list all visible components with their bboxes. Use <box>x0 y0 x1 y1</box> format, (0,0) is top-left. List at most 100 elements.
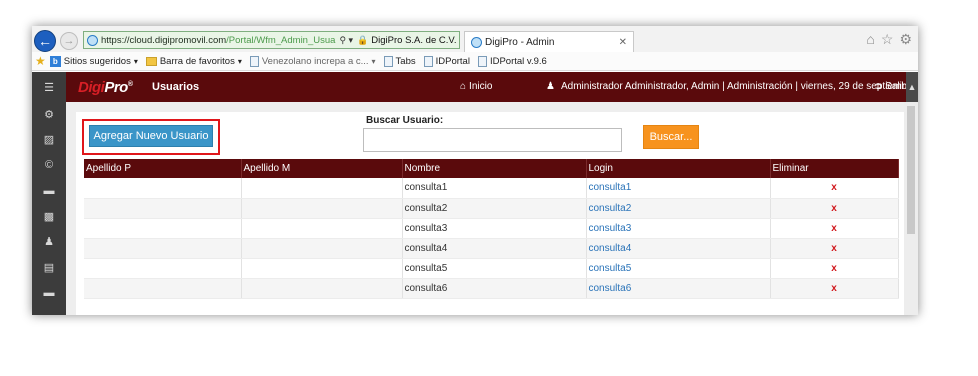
monitor-icon[interactable]: ▤ <box>32 258 66 276</box>
favorite-item-venezolano[interactable]: Venezolano increpa a c... ▾ <box>249 55 376 67</box>
cell-login: consulta3 <box>586 218 771 239</box>
page-scrollbar[interactable] <box>904 102 918 315</box>
cell-eliminar: x <box>770 258 899 279</box>
column-header-apellido-p[interactable]: Apellido P <box>84 159 242 178</box>
menu-icon[interactable]: ☰ <box>32 78 66 96</box>
user-icon[interactable]: ♟ <box>32 232 66 250</box>
favorite-item-idportal[interactable]: IDPortal <box>423 55 470 67</box>
favorite-item-tabs[interactable]: Tabs <box>383 55 416 67</box>
cell-apellido-p <box>84 178 242 199</box>
certificate-label[interactable]: DigiPro S.A. de C.V. [MX] <box>371 35 459 46</box>
browser-window: ← → https://cloud.digipromovil.com/Porta… <box>32 26 918 315</box>
cell-login: consulta2 <box>586 198 771 219</box>
favorites-star-icon[interactable]: ★ <box>35 54 46 68</box>
search-dropdown-icon[interactable]: ⚲ ▾ <box>339 35 353 46</box>
column-header-apellido-m[interactable]: Apellido M <box>241 159 403 178</box>
close-icon[interactable]: ✕ <box>619 37 627 48</box>
cell-eliminar: x <box>770 238 899 259</box>
cell-apellido-p <box>84 238 242 259</box>
logo-registered-mark: ® <box>127 81 133 88</box>
add-user-button[interactable]: Agregar Nuevo Usuario <box>89 125 213 147</box>
lock-icon[interactable]: ▨ <box>32 130 66 148</box>
cell-eliminar: x <box>770 218 899 239</box>
home-icon: ⌂ <box>460 81 467 92</box>
scrollbar-thumb[interactable] <box>907 106 915 234</box>
forward-arrow-icon[interactable]: → <box>60 32 78 50</box>
login-link[interactable]: consulta5 <box>589 263 632 274</box>
folder-icon[interactable]: ▬ <box>32 182 66 200</box>
user-info: ♟ Administrador Administrador, Admin | A… <box>546 81 918 92</box>
delete-icon[interactable]: x <box>831 243 837 254</box>
page-title: Usuarios <box>152 81 200 93</box>
digipro-logo[interactable]: DigiPro® <box>78 79 133 96</box>
search-label: Buscar Usuario: <box>366 115 444 126</box>
search-button[interactable]: Buscar... <box>643 125 699 149</box>
ie-tab-icon <box>471 36 482 48</box>
cell-apellido-m <box>241 258 403 279</box>
page-icon <box>423 55 433 67</box>
favorites-star-icon[interactable]: ☆ <box>881 31 894 48</box>
column-header-login[interactable]: Login <box>586 159 771 178</box>
app-header: DigiPro® Usuarios ⌂ Inicio ♟ Administrad… <box>66 72 918 102</box>
favorite-item-sitios[interactable]: b Sitios sugeridos ▾ <box>49 55 138 67</box>
favorite-label: Sitios sugeridos <box>63 55 131 67</box>
logout-link[interactable]: ➲ Salir <box>874 81 905 92</box>
chevron-down-icon: ▾ <box>133 56 138 66</box>
gear-icon[interactable]: ⚙ <box>899 31 912 48</box>
url-path: /Portal/Wfm_Admin_Usua <box>226 34 336 46</box>
logo-digi-text: Digi <box>78 79 105 96</box>
home-icon[interactable]: ⌂ <box>866 31 874 48</box>
delete-icon[interactable]: x <box>831 283 837 294</box>
login-link[interactable]: consulta1 <box>589 182 632 193</box>
lock-icon[interactable]: 🔒 <box>357 35 368 46</box>
book-icon[interactable]: ▩ <box>32 207 66 225</box>
chevron-up-icon[interactable]: ▲ <box>906 72 918 102</box>
copyright-icon[interactable]: © <box>32 156 66 174</box>
folder-icon <box>145 56 157 66</box>
table-row: consulta2 consulta2 x <box>84 198 899 219</box>
cell-apellido-m <box>241 198 403 219</box>
page-icon <box>477 55 487 67</box>
favorite-item-barra[interactable]: Barra de favoritos ▾ <box>145 56 242 67</box>
delete-icon[interactable]: x <box>831 223 837 234</box>
favorite-item-idportal-96[interactable]: IDPortal v.9.6 <box>477 55 547 67</box>
gear-icon[interactable]: ⚙ <box>32 105 66 123</box>
page-icon <box>383 55 393 67</box>
cell-login: consulta5 <box>586 258 771 279</box>
login-link[interactable]: consulta4 <box>589 243 632 254</box>
chevron-down-icon: ▾ <box>371 56 376 66</box>
delete-icon[interactable]: x <box>831 263 837 274</box>
cell-apellido-p <box>84 218 242 239</box>
url-host: https://cloud.digipromovil.com <box>101 34 227 46</box>
cell-nombre: consulta1 <box>402 178 587 199</box>
chevron-down-icon: ▾ <box>237 56 242 66</box>
nav-inicio-link[interactable]: ⌂ Inicio <box>460 81 492 92</box>
browser-titlebar: ← → https://cloud.digipromovil.com/Porta… <box>32 26 918 52</box>
browser-tools: ⌂ ☆ ⚙ <box>866 31 912 48</box>
table-header-row: Apellido P Apellido M Nombre Login Elimi… <box>84 159 899 178</box>
cell-nombre: consulta3 <box>402 218 587 239</box>
cell-apellido-p <box>84 258 242 279</box>
delete-icon[interactable]: x <box>831 182 837 193</box>
back-arrow-icon[interactable]: ← <box>34 30 56 52</box>
cell-apellido-p <box>84 278 242 299</box>
main-content: Agregar Nuevo Usuario Buscar Usuario: Bu… <box>66 102 904 315</box>
login-link[interactable]: consulta6 <box>589 283 632 294</box>
bing-icon: b <box>49 55 61 67</box>
favorite-label: Venezolano increpa a c... <box>261 55 369 67</box>
column-header-nombre[interactable]: Nombre <box>402 159 587 178</box>
table-row: consulta5 consulta5 x <box>84 258 899 279</box>
login-link[interactable]: consulta3 <box>589 223 632 234</box>
page-icon <box>249 55 259 67</box>
cell-eliminar: x <box>770 178 899 199</box>
cell-eliminar: x <box>770 198 899 219</box>
search-input[interactable] <box>363 128 622 152</box>
cell-nombre: consulta6 <box>402 278 587 299</box>
laptop-icon[interactable]: ▬ <box>32 284 66 302</box>
login-link[interactable]: consulta2 <box>589 203 632 214</box>
browser-tab[interactable]: DigiPro - Admin ✕ <box>464 31 634 52</box>
delete-icon[interactable]: x <box>831 203 837 214</box>
user-info-text: Administrador Administrador, Admin | Adm… <box>560 81 918 92</box>
address-bar[interactable]: https://cloud.digipromovil.com/Portal/Wf… <box>83 31 460 49</box>
cell-apellido-m <box>241 178 403 199</box>
